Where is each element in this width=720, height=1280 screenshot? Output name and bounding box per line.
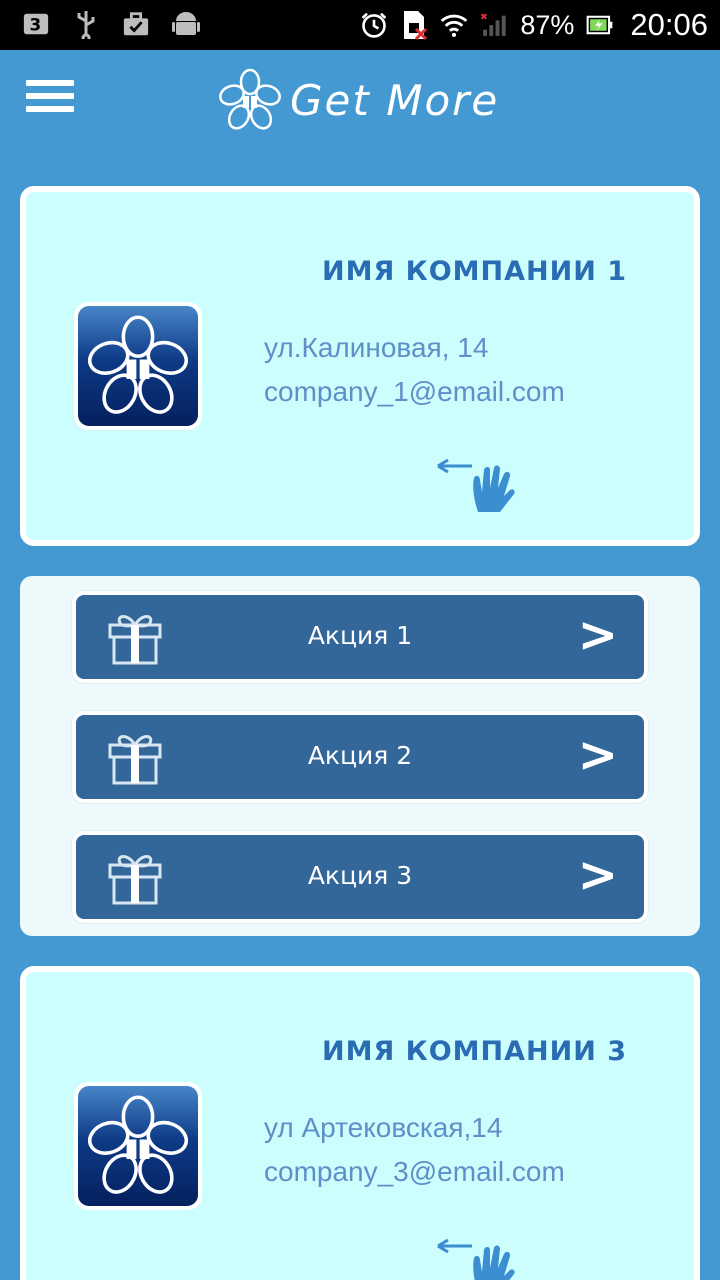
battery-charging-icon [586, 11, 614, 39]
company-logo [74, 1082, 202, 1210]
promo-label: Акция 1 [307, 621, 413, 650]
app-title: Get More [290, 75, 500, 125]
chevron-right-icon: > [577, 727, 618, 783]
swipe-hand-icon [437, 458, 515, 512]
promo-button[interactable]: Акция 2 > [72, 711, 648, 803]
company-name: ИМЯ КОМПАНИИ 1 [322, 256, 628, 287]
company-email[interactable]: company_3@email.com [264, 1156, 565, 1188]
company-address: ул Артековская,14 [264, 1112, 503, 1143]
briefcase-check-icon [122, 10, 150, 38]
clock-time: 20:06 [630, 7, 708, 42]
menu-icon-bar [26, 106, 74, 112]
chevron-right-icon: > [577, 847, 618, 903]
promo-label: Акция 2 [307, 741, 413, 770]
network-3g-icon: 3 [22, 10, 50, 38]
chevron-right-icon: > [577, 607, 618, 663]
promotions-panel: Акция 1 > Акция 2 > Акция 3 > [20, 576, 700, 936]
company-card[interactable]: ИМЯ КОМПАНИИ 3 ул Артековская,14 company… [20, 966, 700, 1280]
status-bar: 3 87% 20:06 [0, 0, 720, 50]
promo-button[interactable]: Акция 3 > [72, 831, 648, 923]
android-icon [172, 10, 200, 38]
promo-label: Акция 3 [307, 861, 413, 890]
svg-text:3: 3 [29, 15, 41, 35]
usb-icon [72, 10, 100, 39]
company-card[interactable]: ИМЯ КОМПАНИИ 1 ул.Калиновая, 14 company_… [20, 186, 700, 546]
signal-icon [480, 11, 508, 39]
app-bar: Get More [0, 50, 720, 150]
flower-logo-icon [87, 315, 189, 414]
battery-percent: 87% [520, 9, 575, 40]
sim-missing-icon [400, 11, 428, 41]
company-email[interactable]: company_1@email.com [264, 376, 565, 408]
flower-logo-icon [87, 1095, 189, 1194]
menu-icon-bar [26, 80, 74, 86]
company-address: ул.Калиновая, 14 [264, 332, 489, 363]
menu-button[interactable] [26, 80, 74, 120]
app-logo: Get More [218, 68, 499, 132]
company-logo [74, 302, 202, 430]
flower-logo-icon [219, 68, 281, 130]
company-name: ИМЯ КОМПАНИИ 3 [322, 1036, 628, 1067]
swipe-hand-icon [437, 1238, 515, 1280]
menu-icon-bar [26, 93, 74, 99]
alarm-clock-icon [360, 11, 388, 39]
wifi-icon [440, 11, 468, 39]
promo-button[interactable]: Акция 1 > [72, 591, 648, 683]
